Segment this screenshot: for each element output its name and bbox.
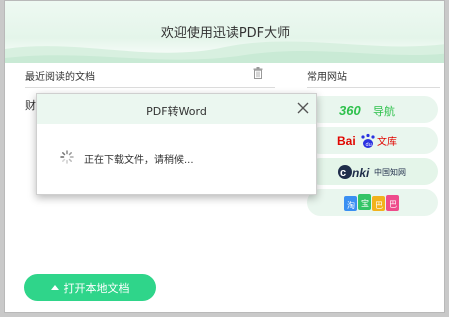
svg-text:巴: 巴 bbox=[375, 201, 383, 210]
app-title: 欢迎使用迅读PDF大师 bbox=[160, 26, 291, 41]
pdf-to-word-dialog: PDF转Word 正在下载文件，请稍候... bbox=[36, 93, 317, 195]
dialog-header: PDF转Word bbox=[37, 94, 316, 124]
site-360-navigation[interactable]: 360 导航 bbox=[307, 96, 438, 123]
recent-docs-divider bbox=[25, 87, 275, 88]
websites-divider bbox=[307, 87, 440, 88]
svg-text:nki: nki bbox=[352, 166, 370, 180]
trash-icon[interactable] bbox=[253, 67, 263, 79]
open-local-document-button[interactable]: 打开本地文档 bbox=[24, 274, 156, 301]
svg-text:c: c bbox=[340, 167, 346, 179]
header-banner: 欢迎使用迅读PDF大师 bbox=[5, 1, 444, 63]
site-colorful-blocks[interactable]: 淘 宝 巴 巴 bbox=[307, 189, 438, 216]
svg-text:淘: 淘 bbox=[347, 200, 355, 210]
cnki-logo: c nki 中国知网 bbox=[337, 164, 406, 180]
baidu-wenku-logo: Bai du 文库 bbox=[337, 133, 397, 148]
svg-text:巴: 巴 bbox=[389, 200, 397, 209]
recent-doc-item[interactable]: 财 bbox=[25, 97, 36, 113]
dialog-title: PDF转Word bbox=[146, 105, 207, 118]
open-local-document-label: 打开本地文档 bbox=[63, 281, 130, 295]
svg-text:Bai: Bai bbox=[337, 134, 356, 148]
svg-text:导航: 导航 bbox=[373, 104, 395, 117]
site-baidu-wenku[interactable]: Bai du 文库 bbox=[307, 127, 438, 154]
site-cnki[interactable]: c nki 中国知网 bbox=[307, 158, 438, 185]
websites-heading: 常用网站 bbox=[307, 72, 347, 83]
svg-text:文库: 文库 bbox=[377, 135, 397, 148]
colorful-blocks-logo: 淘 宝 巴 巴 bbox=[343, 193, 399, 211]
close-icon[interactable] bbox=[296, 101, 310, 115]
360-logo: 360 导航 bbox=[339, 103, 395, 117]
svg-text:宝: 宝 bbox=[361, 198, 369, 208]
recent-docs-heading: 最近阅读的文档 bbox=[25, 72, 95, 83]
svg-text:du: du bbox=[365, 142, 371, 148]
loading-spinner-icon bbox=[60, 150, 74, 164]
upload-arrow-icon bbox=[50, 285, 59, 290]
svg-text:中国知网: 中国知网 bbox=[374, 167, 406, 177]
svg-text:360: 360 bbox=[339, 103, 361, 117]
loading-message: 正在下载文件，请稍候... bbox=[84, 155, 194, 166]
